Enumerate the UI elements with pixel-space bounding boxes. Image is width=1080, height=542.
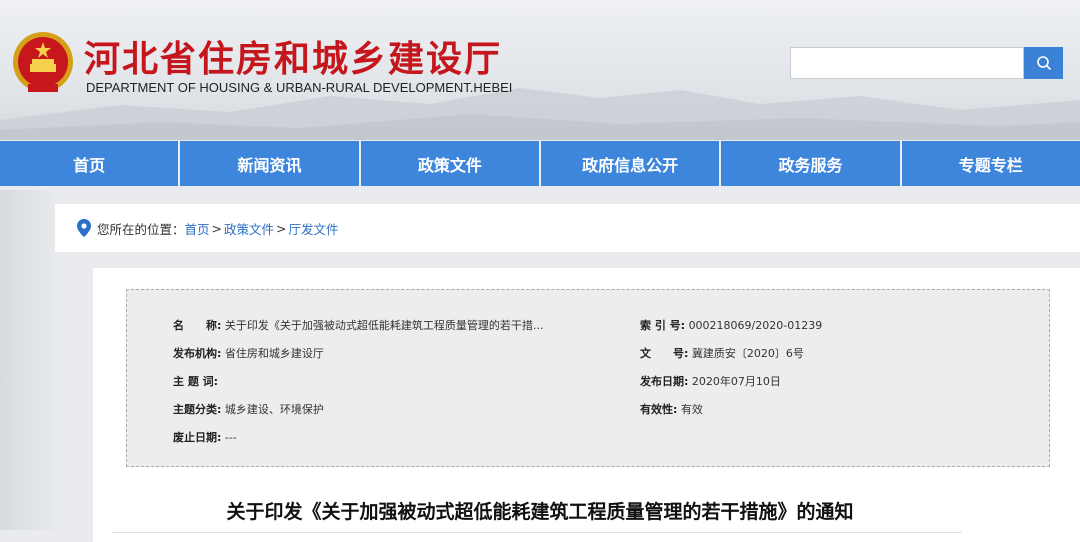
breadcrumb-separator: > [211, 220, 223, 236]
nav-item-services[interactable]: 政务服务 [721, 141, 902, 186]
meta-date: 发布日期: 2020年07月10日 [640, 375, 781, 388]
site-header: 河北省住房和城乡建设厅 DEPARTMENT OF HOUSING & URBA… [0, 0, 1080, 140]
site-title: 河北省住房和城乡建设厅 [84, 38, 503, 80]
main-nav: 首页 新闻资讯 政策文件 政府信息公开 政务服务 专题专栏 [0, 141, 1080, 186]
meta-org: 发布机构: 省住房和城乡建设厅 [173, 347, 324, 360]
nav-item-home[interactable]: 首页 [0, 141, 181, 186]
meta-docno: 文 号: 冀建质安〔2020〕6号 [640, 347, 804, 360]
meta-index: 索 引 号: 000218069/2020-01239 [640, 319, 823, 332]
meta-category: 主题分类: 城乡建设、环境保护 [173, 403, 324, 416]
meta-name: 名 称: 关于印发《关于加强被动式超低能耗建筑工程质量管理的若干措... [173, 319, 544, 332]
nav-item-policy[interactable]: 政策文件 [361, 141, 541, 186]
breadcrumb: 您所在的位置： 首页 > 政策文件 > 厅发文件 [55, 204, 1080, 252]
meta-validity: 有效性: 有效 [640, 403, 703, 416]
divider [112, 532, 962, 533]
meta-keywords: 主 题 词: [173, 375, 219, 388]
breadcrumb-separator: > [276, 220, 287, 236]
search-icon [1036, 56, 1051, 71]
meta-expire: 废止日期: --- [173, 431, 237, 444]
document-title: 关于印发《关于加强被动式超低能耗建筑工程质量管理的若干措施》的通知 [226, 501, 854, 523]
document-metadata [126, 289, 1050, 467]
breadcrumb-dept-docs[interactable]: 厅发文件 [289, 219, 339, 238]
site-subtitle: DEPARTMENT OF HOUSING & URBAN-RURAL DEVE… [86, 80, 513, 95]
breadcrumb-home[interactable]: 首页 [185, 219, 210, 238]
breadcrumb-prefix: 您所在的位置： [97, 221, 185, 237]
national-emblem-icon [13, 32, 73, 92]
nav-item-topics[interactable]: 专题专栏 [902, 141, 1080, 186]
search-input[interactable] [790, 47, 1024, 79]
nav-item-info-disclosure[interactable]: 政府信息公开 [541, 141, 722, 186]
nav-item-news[interactable]: 新闻资讯 [180, 141, 361, 186]
breadcrumb-policy[interactable]: 政策文件 [224, 219, 274, 238]
location-pin-icon [77, 219, 91, 237]
decorative-pillar [0, 190, 60, 530]
search-button[interactable] [1024, 47, 1063, 79]
